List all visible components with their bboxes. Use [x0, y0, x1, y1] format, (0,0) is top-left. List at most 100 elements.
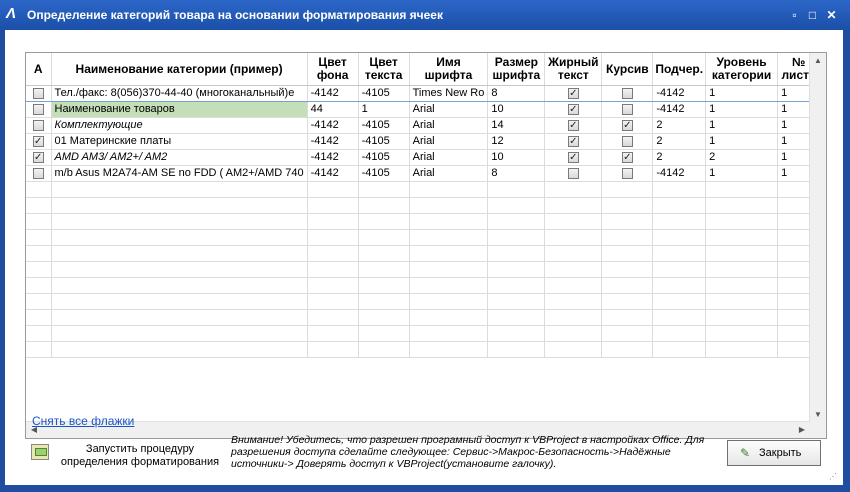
bold-checkbox[interactable] — [567, 87, 579, 99]
underline-cell[interactable]: 2 — [652, 117, 707, 134]
bold-cell[interactable] — [544, 101, 603, 118]
italic-checkbox[interactable] — [621, 119, 633, 131]
bold-checkbox[interactable] — [567, 151, 579, 163]
font-size-cell[interactable]: 14 — [487, 117, 546, 134]
italic-checkbox[interactable] — [621, 87, 633, 99]
select-cell[interactable] — [26, 85, 52, 102]
row-select-checkbox[interactable] — [32, 151, 44, 163]
font-size-cell[interactable]: 10 — [487, 101, 546, 118]
table-row[interactable]: m/b Asus M2A74-AM SE no FDD ( AM2+/AMD 7… — [26, 165, 821, 182]
italic-cell[interactable] — [601, 117, 654, 134]
italic-cell[interactable] — [601, 133, 654, 150]
column-header[interactable]: Курсив — [601, 53, 654, 86]
category-level-cell[interactable]: 2 — [705, 149, 779, 166]
bg-color-cell[interactable]: -4142 — [307, 149, 359, 166]
font-name-cell[interactable]: Arial — [409, 165, 489, 182]
category-name-cell[interactable]: 01 Материнские платы — [51, 133, 308, 150]
text-color-cell[interactable]: -4105 — [358, 149, 410, 166]
uncheck-all-link[interactable]: Снять все флажки — [32, 414, 134, 428]
italic-cell[interactable] — [601, 101, 654, 118]
close-button[interactable]: ✎ Закрыть — [727, 440, 821, 466]
column-header[interactable]: Наименование категории (пример) — [51, 53, 308, 86]
table-row[interactable]: AMD AM3/ AM2+/ AM2-4142-4105Arial10221 — [26, 149, 821, 166]
column-header[interactable]: Жирный текст — [544, 53, 603, 86]
font-size-cell[interactable]: 8 — [487, 85, 546, 102]
vertical-scrollbar[interactable]: ▲ ▼ — [809, 53, 826, 423]
font-size-cell[interactable]: 8 — [487, 165, 546, 182]
underline-cell[interactable]: -4142 — [652, 101, 707, 118]
select-cell[interactable] — [26, 165, 52, 182]
column-header[interactable]: Цвет текста — [358, 53, 410, 86]
category-name-cell[interactable]: m/b Asus M2A74-AM SE no FDD ( AM2+/AMD 7… — [51, 165, 308, 182]
row-select-checkbox[interactable] — [32, 135, 44, 147]
category-name-cell[interactable]: Комплектующие — [51, 117, 308, 134]
font-name-cell[interactable]: Arial — [409, 149, 489, 166]
table-row[interactable]: Наименование товаров441Arial10-414211 — [26, 101, 821, 118]
category-level-cell[interactable]: 1 — [705, 117, 779, 134]
run-procedure-button[interactable]: Запустить процедуру определения форматир… — [55, 443, 225, 469]
column-header[interactable]: Уровень категории — [705, 53, 779, 86]
bold-checkbox[interactable] — [567, 119, 579, 131]
font-name-cell[interactable]: Arial — [409, 133, 489, 150]
run-macro-icon[interactable] — [31, 444, 49, 460]
column-header[interactable]: Имя шрифта — [409, 53, 489, 86]
font-name-cell[interactable]: Times New Ro — [409, 85, 489, 102]
select-cell[interactable] — [26, 117, 52, 134]
italic-cell[interactable] — [601, 149, 654, 166]
column-header[interactable]: Подчер. — [652, 53, 707, 86]
text-color-cell[interactable]: -4105 — [358, 117, 410, 134]
bold-cell[interactable] — [544, 117, 603, 134]
minimize-button[interactable]: ▫ — [788, 9, 801, 21]
row-select-checkbox[interactable] — [32, 103, 44, 115]
font-name-cell[interactable]: Arial — [409, 117, 489, 134]
italic-checkbox[interactable] — [621, 103, 633, 115]
category-level-cell[interactable]: 1 — [705, 133, 779, 150]
bold-checkbox[interactable] — [567, 103, 579, 115]
bg-color-cell[interactable]: -4142 — [307, 117, 359, 134]
text-color-cell[interactable]: -4105 — [358, 165, 410, 182]
font-size-cell[interactable]: 12 — [487, 133, 546, 150]
select-cell[interactable] — [26, 149, 52, 166]
italic-checkbox[interactable] — [621, 151, 633, 163]
table-row[interactable]: 01 Материнские платы-4142-4105Arial12211 — [26, 133, 821, 150]
text-color-cell[interactable]: -4105 — [358, 85, 410, 102]
table-row[interactable]: Комплектующие-4142-4105Arial14211 — [26, 117, 821, 134]
bold-cell[interactable] — [544, 165, 603, 182]
bold-cell[interactable] — [544, 85, 603, 102]
bg-color-cell[interactable]: -4142 — [307, 85, 359, 102]
bold-checkbox[interactable] — [567, 167, 579, 179]
italic-cell[interactable] — [601, 85, 654, 102]
font-size-cell[interactable]: 10 — [487, 149, 546, 166]
underline-cell[interactable]: -4142 — [652, 165, 707, 182]
underline-cell[interactable]: 2 — [652, 149, 707, 166]
resize-grip-icon[interactable]: ⋰ — [829, 472, 837, 481]
column-header[interactable]: А — [26, 53, 52, 86]
row-select-checkbox[interactable] — [32, 87, 44, 99]
close-window-button[interactable]: ✕ — [825, 9, 838, 21]
category-name-cell[interactable]: Наименование товаров — [51, 101, 308, 118]
bg-color-cell[interactable]: -4142 — [307, 165, 359, 182]
bold-cell[interactable] — [544, 133, 603, 150]
title-bar[interactable]: Λ Определение категорий товара на основа… — [0, 0, 850, 30]
italic-checkbox[interactable] — [621, 167, 633, 179]
table-row[interactable]: Тел./факс: 8(056)370-44-40 (многоканальн… — [26, 85, 821, 102]
select-cell[interactable] — [26, 101, 52, 118]
underline-cell[interactable]: 2 — [652, 133, 707, 150]
category-level-cell[interactable]: 1 — [705, 165, 779, 182]
underline-cell[interactable]: -4142 — [652, 85, 707, 102]
category-name-cell[interactable]: AMD AM3/ AM2+/ AM2 — [51, 149, 308, 166]
font-name-cell[interactable]: Arial — [409, 101, 489, 118]
text-color-cell[interactable]: -4105 — [358, 133, 410, 150]
maximize-button[interactable]: □ — [806, 9, 819, 21]
category-level-cell[interactable]: 1 — [705, 85, 779, 102]
bold-checkbox[interactable] — [567, 135, 579, 147]
text-color-cell[interactable]: 1 — [358, 101, 410, 118]
bg-color-cell[interactable]: -4142 — [307, 133, 359, 150]
italic-cell[interactable] — [601, 165, 654, 182]
row-select-checkbox[interactable] — [32, 167, 44, 179]
column-header[interactable]: Размер шрифта — [487, 53, 546, 86]
category-level-cell[interactable]: 1 — [705, 101, 779, 118]
bold-cell[interactable] — [544, 149, 603, 166]
row-select-checkbox[interactable] — [32, 119, 44, 131]
italic-checkbox[interactable] — [621, 135, 633, 147]
